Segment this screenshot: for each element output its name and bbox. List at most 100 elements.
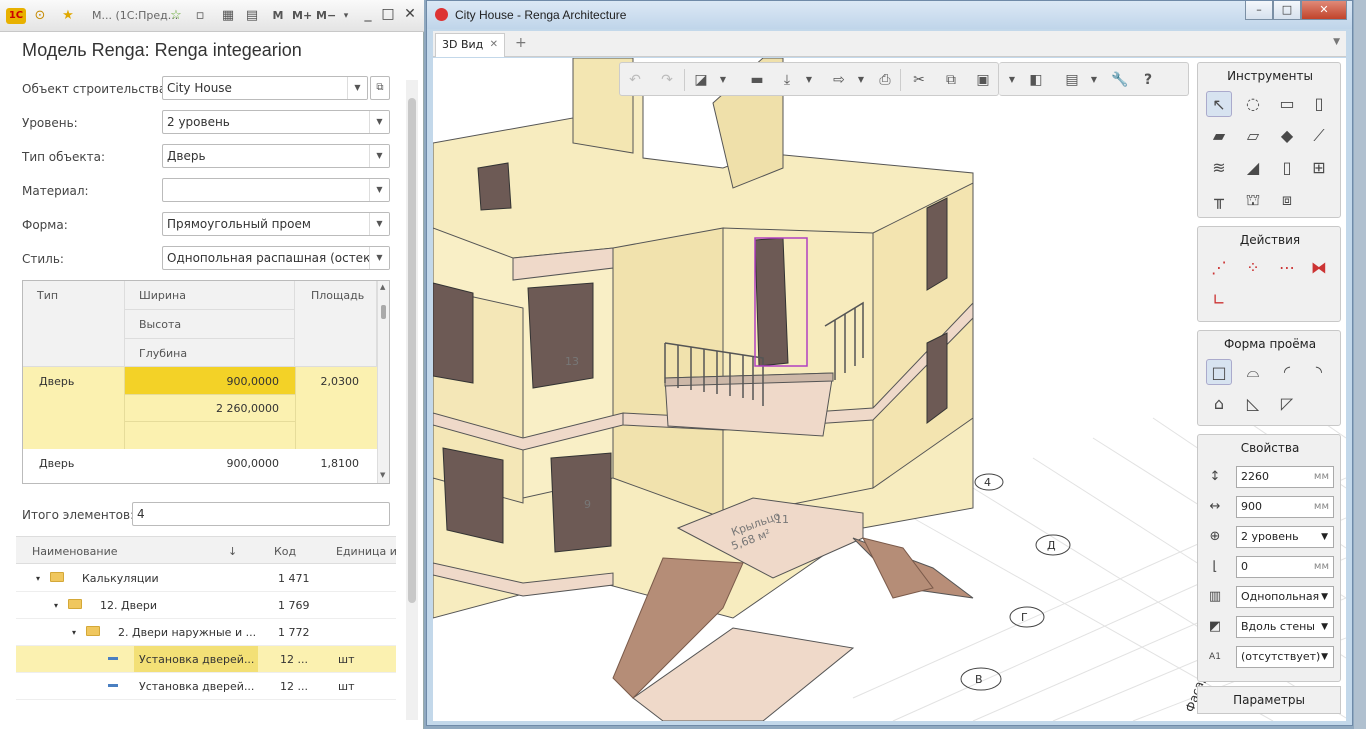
print-icon[interactable]: ⎙ xyxy=(876,71,894,89)
mirror-action-icon[interactable]: ⧓ xyxy=(1306,255,1332,281)
roof-tool-icon[interactable]: ◆ xyxy=(1274,123,1300,149)
col-type[interactable]: Тип xyxy=(23,281,125,367)
tree-row-selected[interactable]: Установка дверей... 12 ... шт xyxy=(16,646,396,673)
export-menu-icon[interactable]: ▼ xyxy=(852,71,870,89)
placement-select[interactable]: Вдоль стены ▼ xyxy=(1236,616,1334,638)
tree-row[interactable]: ▾ Калькуляции 1 471 xyxy=(16,565,396,592)
chevron-down-icon[interactable]: ▼ xyxy=(369,145,389,167)
opening-tool-icon[interactable]: ▱ xyxy=(1240,123,1266,149)
collapse-icon[interactable]: ▾ xyxy=(36,574,40,583)
m-plus-icon[interactable]: M+ xyxy=(292,8,312,24)
chevron-down-icon[interactable]: ▼ xyxy=(347,77,367,99)
scroll-thumb[interactable] xyxy=(408,98,416,603)
scroll-thumb[interactable] xyxy=(381,305,386,319)
tree-row[interactable]: Установка дверей... 12 ... шт xyxy=(16,673,396,700)
type-field[interactable]: Дверь ▼ xyxy=(162,144,390,168)
height-input[interactable]: 2260 мм xyxy=(1236,466,1334,488)
width-input[interactable]: 900 мм xyxy=(1236,496,1334,518)
col-name[interactable]: Наименование xyxy=(32,545,117,558)
scroll-up-icon[interactable]: ▲ xyxy=(380,283,385,291)
level-field[interactable]: 2 уровень ▼ xyxy=(162,110,390,134)
slope-shape-icon[interactable]: ◺ xyxy=(1240,391,1266,417)
export-icon[interactable]: ⇨ xyxy=(830,71,848,89)
tree-row[interactable]: ▾ 12. Двери 1 769 xyxy=(16,592,396,619)
layers-menu-icon[interactable]: ▼ xyxy=(1085,71,1103,89)
table-scrollbar[interactable]: ▲ ▼ xyxy=(377,281,389,483)
total-field[interactable]: 4 xyxy=(132,502,390,526)
assembly-tool-icon[interactable]: ⧈ xyxy=(1274,187,1300,213)
wall-tool-icon[interactable]: ▭ xyxy=(1274,91,1300,117)
dropdown-icon[interactable]: ▾ xyxy=(338,8,354,24)
select-tool-icon[interactable]: ↖ xyxy=(1206,91,1232,117)
chevron-down-icon[interactable]: ▼ xyxy=(369,247,389,269)
col-height[interactable]: Высота xyxy=(125,310,295,339)
minimize-icon[interactable]: – xyxy=(1245,1,1273,20)
redo-icon[interactable]: ↷ xyxy=(658,71,676,89)
star-icon[interactable]: ★ xyxy=(60,8,76,24)
pillar-tool-icon[interactable]: ▯ xyxy=(1306,91,1332,117)
shape-field[interactable]: Прямоугольный проем ▼ xyxy=(162,212,390,236)
maximize-icon[interactable]: □ xyxy=(1273,1,1301,20)
chevron-down-icon[interactable]: ▼ xyxy=(1321,647,1328,667)
open-project-icon[interactable]: ▬ xyxy=(748,71,766,89)
undo-icon[interactable]: ↶ xyxy=(626,71,644,89)
material-field[interactable]: ▼ xyxy=(162,178,390,202)
viewport-3d[interactable]: Д Г В 4 Фасад А-Д xyxy=(433,58,1346,721)
chevron-down-icon[interactable]: ▼ xyxy=(369,213,389,235)
copy-icon[interactable]: ⧉ xyxy=(942,71,960,89)
m-minus-icon[interactable]: M− xyxy=(316,8,336,24)
calculator-icon[interactable]: ▦ xyxy=(220,8,236,24)
help-icon[interactable]: ? xyxy=(1139,71,1157,89)
ramp-tool-icon[interactable]: ◢ xyxy=(1240,155,1266,181)
corner-shape-icon[interactable]: ◝ xyxy=(1306,359,1332,385)
scroll-down-icon[interactable]: ▼ xyxy=(380,471,385,479)
calendar-icon[interactable]: ▤ xyxy=(244,8,260,24)
maximize-icon[interactable]: □ xyxy=(378,6,398,22)
room-tool-icon[interactable]: ⛫ xyxy=(1240,187,1266,213)
properties-icon[interactable]: ◧ xyxy=(1027,71,1045,89)
move-action-icon[interactable]: ⋰ xyxy=(1206,255,1232,281)
mark-select[interactable]: (отсутствует) ▼ xyxy=(1236,646,1334,668)
collapse-icon[interactable]: ▾ xyxy=(54,601,58,610)
triangle-shape-icon[interactable]: ◸ xyxy=(1274,391,1300,417)
sort-down-icon[interactable]: ↓ xyxy=(228,545,237,558)
window-tool-icon[interactable]: ⊞ xyxy=(1306,155,1332,181)
beam-tool-icon[interactable]: ⟋ xyxy=(1306,123,1332,149)
col-depth[interactable]: Глубина xyxy=(125,339,295,367)
col-code[interactable]: Код xyxy=(274,545,296,558)
slab-tool-icon[interactable]: ▰ xyxy=(1206,123,1232,149)
close-icon[interactable]: ✕ xyxy=(400,6,420,22)
calculation-tree[interactable]: Наименование ↓ Код Единица из ▾ Калькуля… xyxy=(16,536,396,706)
close-icon[interactable]: ✕ xyxy=(1301,1,1347,20)
view-cube-icon[interactable]: ◪ xyxy=(692,71,710,89)
open-object-button[interactable]: ⧉ xyxy=(370,76,390,100)
close-tab-icon[interactable]: ✕ xyxy=(490,34,498,56)
pentagon-shape-icon[interactable]: ⌂ xyxy=(1206,391,1232,417)
col-unit[interactable]: Единица из xyxy=(336,545,396,558)
tree-row[interactable]: ▾ 2. Двери наружные и ... 1 772 xyxy=(16,619,396,646)
view-menu-icon[interactable]: ▼ xyxy=(714,71,732,89)
level-select[interactable]: 2 уровень ▼ xyxy=(1236,526,1334,548)
fill-params-button[interactable]: Параметры заполнения xyxy=(1197,686,1341,721)
table-row[interactable]: Дверь 900,0000 2 260,0000 2,0300 xyxy=(23,367,377,449)
favorite-add-icon[interactable]: ☆ xyxy=(168,8,184,24)
settings-wrench-icon[interactable]: 🔧 xyxy=(1111,71,1129,89)
copy-action-icon[interactable]: ⋯ xyxy=(1274,255,1300,281)
onec-logo-icon[interactable]: 1С xyxy=(6,8,26,24)
style-field[interactable]: Однопольная распашная (остекл ▼ xyxy=(162,246,390,270)
door-tool-icon[interactable]: ▯ xyxy=(1274,155,1300,181)
chevron-down-icon[interactable]: ▼ xyxy=(369,179,389,201)
col-width[interactable]: Ширина xyxy=(125,281,295,310)
arch-shape-icon[interactable]: ⌓ xyxy=(1240,359,1266,385)
save-menu-icon[interactable]: ▼ xyxy=(800,71,818,89)
form-scrollbar[interactable] xyxy=(406,80,418,720)
chevron-down-icon[interactable]: ▼ xyxy=(1321,587,1328,607)
column-tool-icon[interactable]: ◌ xyxy=(1240,91,1266,117)
doc-icon[interactable]: ▫ xyxy=(192,8,208,24)
tab-3d-view[interactable]: 3D Вид ✕ xyxy=(435,33,505,57)
angle-action-icon[interactable]: ∟ xyxy=(1206,287,1232,313)
stair-tool-icon[interactable]: ≋ xyxy=(1206,155,1232,181)
col-area[interactable]: Площадь xyxy=(295,281,377,367)
menu-icon[interactable]: ⊙ xyxy=(32,8,48,24)
minimize-icon[interactable]: _ xyxy=(358,6,378,22)
